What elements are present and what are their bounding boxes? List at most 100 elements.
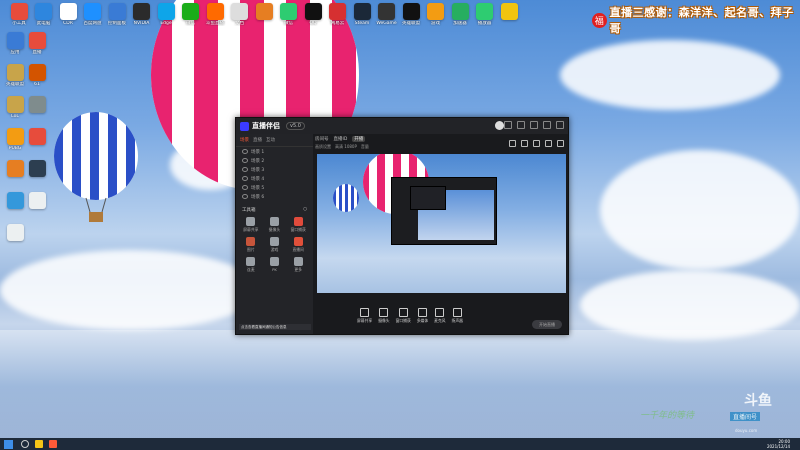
start-live-button[interactable]: 开始直播 bbox=[532, 320, 562, 329]
tab-live[interactable]: 直播 bbox=[253, 137, 262, 143]
app-icon bbox=[133, 3, 150, 20]
scene-item[interactable]: 场景 6 bbox=[236, 192, 313, 201]
scene-list: 场景 1 场景 2 场景 3 场景 4 场景 5 场景 6 bbox=[236, 147, 313, 201]
app-icon bbox=[182, 3, 199, 20]
delete-icon[interactable] bbox=[509, 140, 516, 147]
tab-interact[interactable]: 互动 bbox=[266, 137, 275, 143]
control-button[interactable]: 扬声器 bbox=[451, 307, 463, 324]
app-brand: 直播伴侣 v5.0 bbox=[240, 121, 305, 131]
app-icon bbox=[35, 3, 52, 20]
tool-button[interactable]: 摄像头 bbox=[264, 217, 286, 233]
toolbox-header: 工具箱 ○ bbox=[236, 201, 313, 215]
eye-icon[interactable] bbox=[242, 167, 248, 172]
live-companion-taskbar-icon[interactable] bbox=[49, 440, 57, 448]
eye-icon[interactable] bbox=[242, 149, 248, 154]
tool-label: PK bbox=[272, 267, 277, 272]
balloon-image bbox=[54, 112, 138, 222]
copy-icon[interactable] bbox=[533, 140, 540, 147]
avatar[interactable] bbox=[495, 121, 504, 130]
tool-button[interactable]: 更多 bbox=[287, 257, 309, 273]
left-panel: 场景 直播 互动 场景 1 场景 2 场景 3 场景 4 场景 5 场景 6 工具箱 ○ … bbox=[236, 134, 313, 334]
app-icon bbox=[6, 224, 24, 241]
scene-label: 场景 3 bbox=[251, 167, 265, 173]
desktop-icon-label: PUBG bbox=[8, 146, 22, 151]
desktop-icon[interactable]: 61 bbox=[22, 64, 52, 87]
app-icon bbox=[6, 160, 24, 177]
balloon-image bbox=[333, 184, 359, 212]
desktop-icon[interactable] bbox=[0, 224, 30, 242]
app-icon bbox=[84, 3, 101, 20]
toolbox-toggle-icon[interactable]: ○ bbox=[303, 207, 307, 213]
app-icon bbox=[280, 3, 297, 20]
scene-label: 场景 4 bbox=[251, 176, 265, 182]
eye-icon[interactable] bbox=[242, 158, 248, 163]
tool-label: 窗口捕获 bbox=[290, 227, 306, 232]
lock-icon[interactable] bbox=[521, 140, 528, 147]
scene-item[interactable]: 场景 2 bbox=[236, 156, 313, 165]
stream-preview[interactable] bbox=[317, 154, 566, 293]
control-label: 摄像头 bbox=[378, 317, 390, 323]
close-icon[interactable] bbox=[556, 121, 564, 129]
maximize-icon[interactable] bbox=[543, 121, 551, 129]
tool-button[interactable]: 连麦 bbox=[240, 257, 262, 273]
eye-icon[interactable] bbox=[242, 185, 248, 190]
control-button[interactable]: 摄像头 bbox=[378, 307, 390, 324]
tab-scene[interactable]: 场景 bbox=[240, 137, 249, 143]
title-bar[interactable]: 直播伴侣 v5.0 bbox=[236, 118, 568, 134]
app-title: 直播伴侣 bbox=[252, 122, 280, 130]
scene-item[interactable]: 场景 1 bbox=[236, 147, 313, 156]
tool-button[interactable]: 游戏 bbox=[264, 237, 286, 253]
scene-label: 场景 2 bbox=[251, 158, 265, 164]
control-label: 扬声器 bbox=[451, 317, 463, 323]
control-label: 麦克风 bbox=[434, 317, 446, 323]
share-icon[interactable] bbox=[557, 140, 564, 147]
tool-button[interactable]: 窗口捕获 bbox=[287, 217, 309, 233]
tool-icon bbox=[269, 237, 279, 246]
desktop-icon[interactable] bbox=[22, 96, 52, 114]
windows-start-icon[interactable] bbox=[4, 439, 13, 449]
minimize-icon[interactable] bbox=[530, 121, 538, 129]
quality-label[interactable]: 画质设置 bbox=[315, 144, 331, 150]
tool-button[interactable]: PK bbox=[264, 257, 286, 273]
tool-button[interactable]: 图片 bbox=[240, 237, 262, 253]
settings-icon[interactable] bbox=[504, 121, 512, 129]
app-icon bbox=[28, 192, 46, 209]
app-icon bbox=[304, 3, 322, 20]
app-icon bbox=[59, 3, 77, 20]
control-button[interactable]: 窗口捕获 bbox=[396, 307, 411, 324]
search-icon[interactable] bbox=[21, 440, 29, 448]
desktop-icon[interactable] bbox=[22, 128, 52, 146]
eye-icon[interactable] bbox=[242, 194, 248, 199]
control-button[interactable]: 屏幕共享 bbox=[357, 307, 372, 324]
desktop-icon[interactable]: 直播 bbox=[22, 32, 52, 55]
notice-bar[interactable]: 点击查看直播间通知公告信息 bbox=[239, 324, 311, 330]
scene-item[interactable]: 场景 4 bbox=[236, 174, 313, 183]
app-icon bbox=[6, 128, 24, 145]
settings-icon[interactable] bbox=[545, 140, 552, 147]
desktop-icon[interactable] bbox=[22, 192, 52, 210]
tool-button[interactable]: 屏幕共享 bbox=[240, 217, 262, 233]
scene-label: 场景 1 bbox=[251, 149, 265, 155]
tool-button[interactable]: 直播间 bbox=[287, 237, 309, 253]
volume-label[interactable]: 音量 bbox=[361, 144, 369, 150]
file-explorer-icon[interactable] bbox=[35, 440, 43, 448]
eye-icon[interactable] bbox=[242, 176, 248, 181]
desktop-icon[interactable] bbox=[22, 160, 52, 178]
control-button[interactable]: 麦克风 bbox=[434, 307, 446, 324]
resolution-label[interactable]: 高清 1080P bbox=[335, 144, 357, 150]
app-icon bbox=[231, 3, 248, 20]
scene-item[interactable]: 场景 3 bbox=[236, 165, 313, 174]
app-icon bbox=[329, 3, 346, 20]
desktop-icon-label: 播放器 bbox=[477, 21, 492, 26]
taskbar-clock[interactable]: 20:00 2021/12/14 bbox=[767, 439, 790, 449]
app-icon bbox=[353, 3, 371, 20]
menu-icon[interactable] bbox=[517, 121, 525, 129]
desktop-icon[interactable] bbox=[494, 3, 524, 21]
desktop-icon-label: 直播 bbox=[32, 50, 42, 55]
scene-item[interactable]: 场景 5 bbox=[236, 183, 313, 192]
tool-icon bbox=[246, 237, 256, 246]
preview-toolbar bbox=[509, 140, 564, 147]
app-icon bbox=[6, 32, 24, 49]
control-button[interactable]: 多媒体 bbox=[417, 307, 428, 324]
app-icon bbox=[6, 192, 24, 209]
